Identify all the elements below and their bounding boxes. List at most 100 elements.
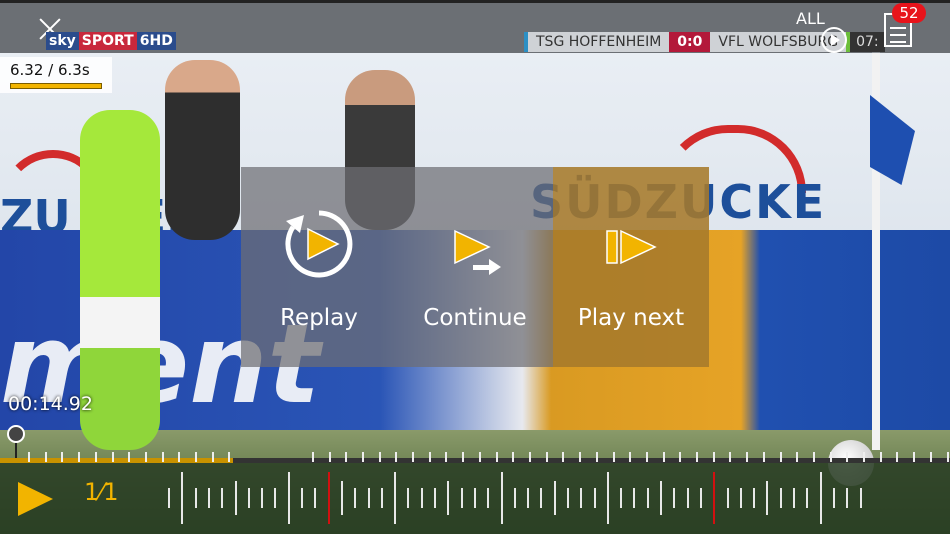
all-label[interactable]: ALL [796,9,825,28]
timeline-tick [579,452,581,462]
ruler-tick [248,488,250,508]
ruler-tick [181,472,183,524]
ruler-tick [846,488,848,508]
logo-sky: sky [46,32,79,50]
broadcaster-logo: sky SPORT 6HD [46,32,176,50]
ruler-tick [261,488,263,508]
ruler-tick [461,488,463,508]
timeline-tick [379,452,381,462]
ruler-tick [354,488,356,508]
ruler-tick [820,472,822,524]
ruler-tick [288,472,290,524]
replay-button[interactable]: Replay [241,167,397,367]
timeline-tick [529,452,531,462]
timeline-tick [228,452,230,462]
speed-label: 6.32 / 6.3s [10,61,90,79]
logo-channel: 6HD [136,32,176,50]
timeline-tick [696,452,698,462]
ruler-tick [700,488,702,508]
timeline-tick [496,452,498,462]
playback-rate[interactable]: 1⁄1 [84,478,119,506]
ruler-tick [833,488,835,508]
timeline-tick [629,452,631,462]
match-clock: 07: [846,32,885,52]
ruler-tick [620,488,622,508]
replay-label: Replay [280,305,358,331]
ruler-tick [274,488,276,508]
ruler-tick [168,488,170,508]
timeline-tick [813,452,815,462]
play-icon[interactable] [18,482,53,516]
timeline-tick [329,452,331,462]
play-circle-icon[interactable] [821,27,847,53]
timeline-tick [112,452,114,462]
ruler-tick [673,488,675,508]
ruler-tick [381,488,383,508]
timeline-tick [596,452,598,462]
replay-icon [285,210,353,278]
speed-indicator: 6.32 / 6.3s [0,57,112,93]
ruler-tick [727,488,729,508]
ruler-tick [633,488,635,508]
timeline-tick [345,452,347,462]
timeline-tick [162,452,164,462]
timeline-tick [429,452,431,462]
timeline-tick [28,452,30,462]
timeline-tick [362,452,364,462]
ruler-tick [301,488,303,508]
scrubber-handle[interactable] [7,425,25,443]
play-next-label: Play next [577,305,685,331]
ruler-tick [314,488,316,508]
timeline-tick [947,452,949,462]
playlist-count-badge: 52 [892,3,926,23]
top-bar: sky SPORT 6HD TSG HOFFENHEIM 0:0 VFL WOL… [0,0,950,53]
ruler-tick [368,488,370,508]
ruler-tick [195,488,197,508]
timeline-tick [95,452,97,462]
ruler-tick [554,481,556,515]
ruler-tick [221,488,223,508]
ruler-tick [421,488,423,508]
continue-button[interactable]: Continue [397,167,553,367]
continue-label: Continue [423,305,527,331]
timeline-tick [145,452,147,462]
timeline-tick [713,452,715,462]
ruler-tick [208,488,210,508]
timeline-tick [830,452,832,462]
ruler-tick [806,488,808,508]
end-options-panel: Replay Continue Play next [241,167,709,367]
timeline-tick [78,452,80,462]
ruler-tick [394,472,396,524]
timeline-tick [445,452,447,462]
ruler-tick [580,488,582,508]
timeline-tick [479,452,481,462]
ruler-tick [660,481,662,515]
timeline-tick [61,452,63,462]
timeline-tick [562,452,564,462]
timeline-tick [663,452,665,462]
timeline-tick [512,452,514,462]
ruler-tick [434,488,436,508]
logo-sport: SPORT [78,32,137,50]
timeline-tick [679,452,681,462]
timeline-tick [395,452,397,462]
timeline-tick [462,452,464,462]
ruler-tick [407,488,409,508]
ruler-tick [860,488,862,508]
timeline-tick [763,452,765,462]
ruler-tick [740,488,742,508]
bottom-bar [0,463,950,534]
ruler-tick [607,472,609,524]
timeline-tick [546,452,548,462]
timeline-tick [178,452,180,462]
timeline-tick [913,452,915,462]
timeline-tick [128,452,130,462]
score: 0:0 [669,32,711,52]
play-next-icon [606,229,657,265]
play-next-button[interactable]: Play next [553,167,709,367]
timeline-tick [212,452,214,462]
timeline-tick [930,452,932,462]
continue-icon [454,229,501,275]
ruler-tick [540,488,542,508]
timeline-tick [729,452,731,462]
